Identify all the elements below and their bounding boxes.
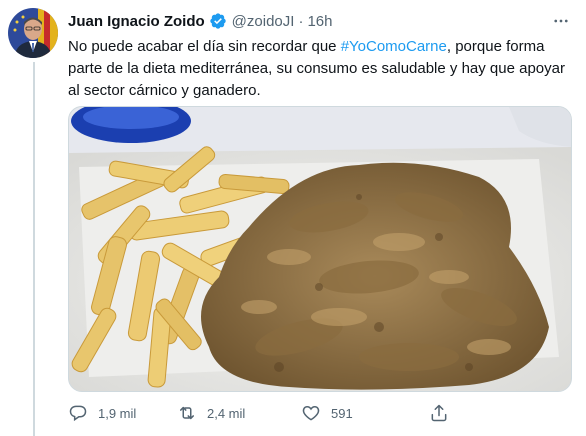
avatar[interactable] <box>8 8 58 58</box>
reply-count: 1,9 mil <box>98 405 137 421</box>
like-count: 591 <box>331 405 353 421</box>
retweet-button[interactable]: 2,4 mil <box>177 403 301 423</box>
tweet-text-start: No puede acabar el día sin recordar que <box>68 38 341 55</box>
timestamp[interactable]: 16h <box>307 13 332 30</box>
display-name[interactable]: Juan Ignacio Zoido <box>68 13 205 30</box>
retweet-icon <box>180 406 194 420</box>
verified-badge-icon <box>209 13 226 29</box>
avatar-image <box>8 8 58 58</box>
tweet-text: No puede acabar el día sin recordar que … <box>68 36 580 102</box>
handle[interactable]: @zoidoJI <box>232 13 295 30</box>
reply-icon <box>69 405 87 422</box>
hashtag-link[interactable]: #YoComoCarne <box>341 38 447 55</box>
like-button[interactable]: 591 <box>301 403 429 423</box>
reply-button[interactable]: 1,9 mil <box>68 403 177 423</box>
tweet-photo[interactable] <box>68 106 572 392</box>
thread-line <box>33 62 35 436</box>
share-icon <box>431 404 447 422</box>
more-options-icon[interactable] <box>550 10 572 32</box>
separator-dot: · <box>298 12 304 30</box>
share-button[interactable] <box>429 403 459 423</box>
tweet-header: Juan Ignacio Zoido @zoidoJI · 16h <box>68 10 576 32</box>
food-photo-illustration <box>69 107 571 391</box>
action-bar: 1,9 mil 2,4 mil 591 <box>68 400 508 426</box>
retweet-count: 2,4 mil <box>207 405 246 421</box>
like-heart-icon <box>302 405 320 421</box>
